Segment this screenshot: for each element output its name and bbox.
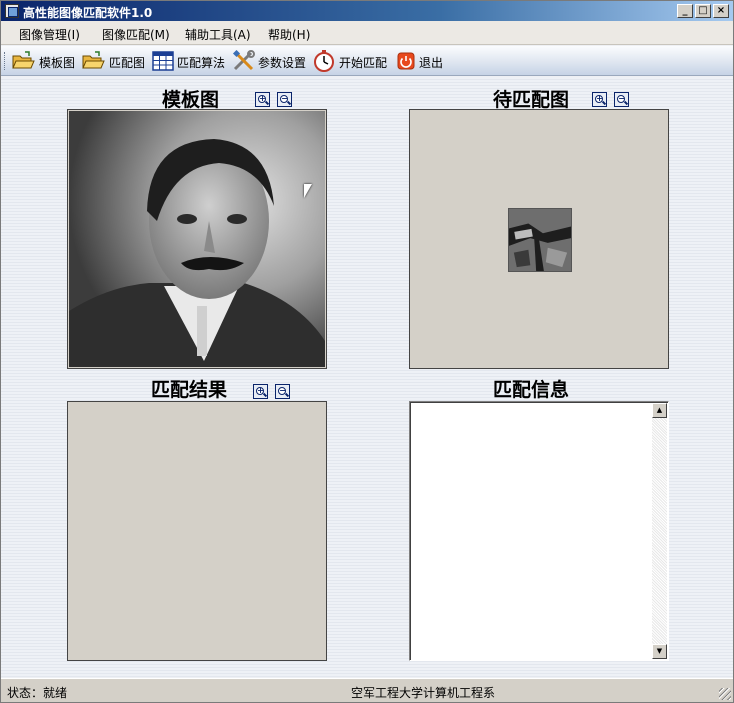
open-folder-icon xyxy=(12,51,35,69)
parameter-settings-label: 参数设置 xyxy=(258,56,307,70)
scroll-down-button[interactable]: ▼ xyxy=(652,644,667,659)
open-folder-icon xyxy=(82,51,105,69)
close-button[interactable]: × xyxy=(713,4,729,18)
zoom-in-sign: + xyxy=(257,386,264,395)
status-bar: 状态：就绪 空军工程大学计算机工程系 xyxy=(1,678,733,702)
tools-icon xyxy=(232,50,255,71)
start-matching-button[interactable]: 开始匹配 xyxy=(312,49,390,73)
zoom-in-sign: + xyxy=(259,94,266,103)
template-panel-title: 模板图 xyxy=(162,89,220,111)
menu-help[interactable]: 帮助(H) xyxy=(268,26,310,43)
match-info-textbox[interactable]: ▲ ▼ xyxy=(409,401,669,661)
minimize-button[interactable]: _ xyxy=(677,4,693,18)
client-area: 模板图 + − 待匹配图 + − 匹配结果 + − 匹配信息 ▲ ▼ xyxy=(1,77,733,677)
template-zoom-out-button[interactable]: − xyxy=(277,92,292,107)
info-panel-title: 匹配信息 xyxy=(493,379,570,401)
result-zoom-out-button[interactable]: − xyxy=(275,384,290,399)
match-image-label: 匹配图 xyxy=(109,56,146,70)
zoom-in-sign: + xyxy=(596,94,603,103)
template-image-label: 模板图 xyxy=(39,56,76,70)
exit-label: 退出 xyxy=(419,56,444,70)
app-icon[interactable] xyxy=(5,4,19,18)
template-zoom-in-button[interactable]: + xyxy=(255,92,270,107)
maximize-button[interactable]: □ xyxy=(695,4,711,18)
resize-grip-icon[interactable] xyxy=(719,688,731,700)
result-image-frame[interactable] xyxy=(67,401,327,661)
grid-table-icon xyxy=(152,51,174,71)
toolbar: 模板图 匹配图 匹配算法 参数设置 开始匹配 退出 xyxy=(1,46,733,76)
match-algorithm-label: 匹配算法 xyxy=(177,56,226,70)
menu-image-management[interactable]: 图像管理(I) xyxy=(19,26,80,43)
target-zoom-out-button[interactable]: − xyxy=(614,92,629,107)
target-thumbnail-image xyxy=(508,208,572,272)
match-algorithm-button[interactable]: 匹配算法 xyxy=(151,49,229,73)
menu-bar: 图像管理(I) 图像匹配(M) 辅助工具(A) 帮助(H) xyxy=(1,21,733,45)
template-image-frame[interactable] xyxy=(67,109,327,369)
template-image-button[interactable]: 模板图 xyxy=(11,49,77,73)
start-matching-label: 开始匹配 xyxy=(339,56,388,70)
template-portrait-image xyxy=(69,111,325,367)
title-bar[interactable]: 高性能图像匹配软件1.0 _ □ × xyxy=(1,1,733,21)
exit-button[interactable]: 退出 xyxy=(395,49,447,73)
target-image-frame[interactable] xyxy=(409,109,669,369)
target-zoom-in-button[interactable]: + xyxy=(592,92,607,107)
organization-text: 空军工程大学计算机工程系 xyxy=(351,686,496,700)
result-zoom-in-button[interactable]: + xyxy=(253,384,268,399)
mouse-cursor-icon xyxy=(304,184,312,198)
menu-image-matching[interactable]: 图像匹配(M) xyxy=(102,26,170,43)
menu-aux-tools[interactable]: 辅助工具(A) xyxy=(185,26,251,43)
app-window: 高性能图像匹配软件1.0 _ □ × 图像管理(I) 图像匹配(M) 辅助工具(… xyxy=(0,0,734,703)
zoom-out-sign: − xyxy=(618,94,625,103)
zoom-out-sign: − xyxy=(279,386,286,395)
power-icon xyxy=(397,52,415,70)
match-image-button[interactable]: 匹配图 xyxy=(81,49,147,73)
scroll-up-button[interactable]: ▲ xyxy=(652,403,667,418)
status-text: 状态：就绪 xyxy=(7,686,68,700)
target-panel-title: 待匹配图 xyxy=(493,89,570,111)
match-info-scrollbar[interactable]: ▲ ▼ xyxy=(652,403,667,659)
window-title: 高性能图像匹配软件1.0 xyxy=(23,6,153,20)
zoom-out-sign: − xyxy=(281,94,288,103)
result-panel-title: 匹配结果 xyxy=(151,379,228,401)
stopwatch-icon xyxy=(314,50,334,72)
toolbar-grip[interactable] xyxy=(4,52,7,70)
parameter-settings-button[interactable]: 参数设置 xyxy=(232,49,310,73)
